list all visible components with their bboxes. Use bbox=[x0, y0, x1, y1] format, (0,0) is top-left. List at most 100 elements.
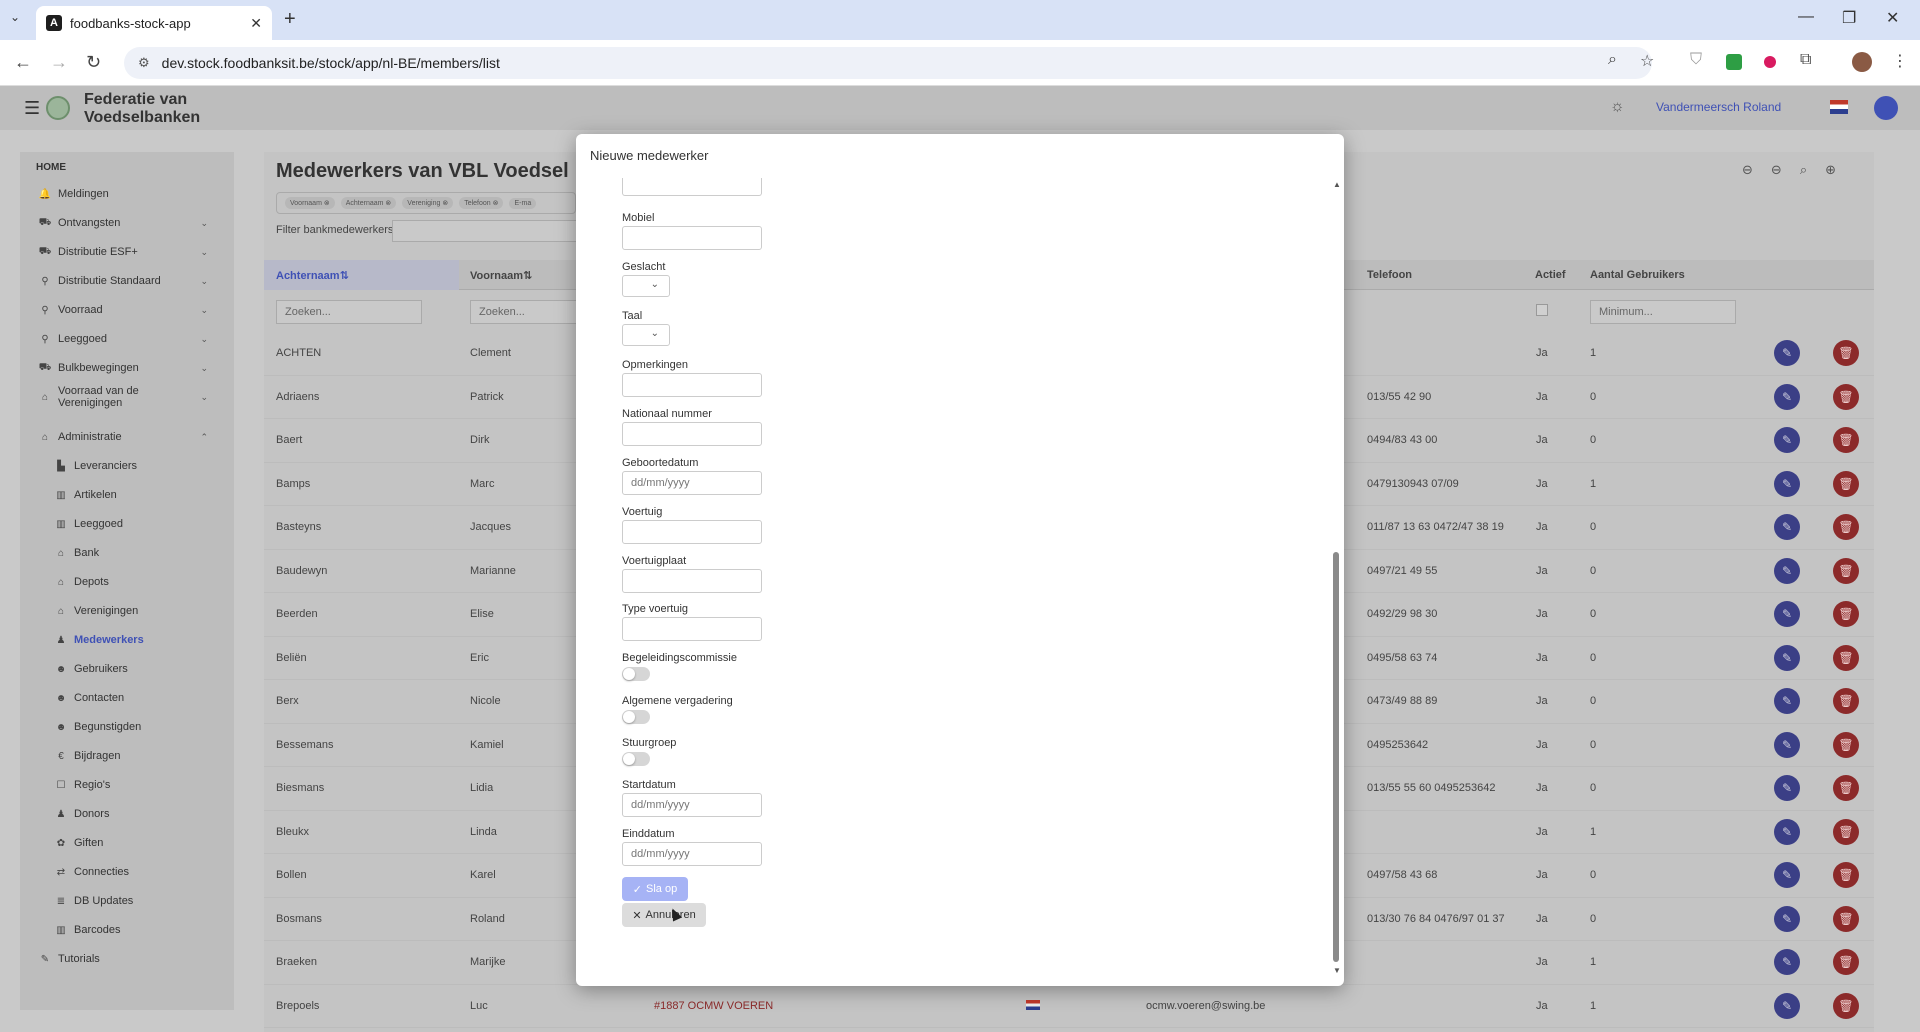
algemene-vergadering-toggle[interactable] bbox=[622, 710, 650, 724]
delete-button[interactable]: 🗑 bbox=[1833, 818, 1859, 845]
chip-telefoon[interactable]: Telefoon ⊗ bbox=[459, 197, 504, 209]
sidebar-item-begunstigden[interactable]: ☻ Begunstigden bbox=[20, 717, 234, 737]
edit-button[interactable]: ✎ bbox=[1774, 557, 1800, 584]
bookmark-star-icon[interactable]: ☆ bbox=[1640, 51, 1654, 71]
col-achternaam[interactable]: Achternaam⇅ bbox=[276, 269, 349, 282]
edit-button[interactable]: ✎ bbox=[1774, 731, 1800, 758]
close-tab-icon[interactable]: ✕ bbox=[250, 15, 262, 32]
sidebar-item-depots[interactable]: ⌂ Depots bbox=[20, 572, 234, 592]
sidebar-item-verenigingen[interactable]: ⌂ Verenigingen bbox=[20, 601, 234, 621]
sidebar-item-barcodes[interactable]: ▥ Barcodes bbox=[20, 920, 234, 940]
user-name[interactable]: Vandermeersch Roland bbox=[1656, 100, 1781, 114]
back-icon[interactable]: ← bbox=[14, 52, 32, 73]
chevron-up-icon[interactable]: ⌃ bbox=[200, 432, 208, 443]
col-telefoon[interactable]: Telefoon bbox=[1367, 269, 1412, 281]
menu-toggle-icon[interactable]: ☰ bbox=[24, 98, 40, 119]
edit-button[interactable]: ✎ bbox=[1774, 601, 1800, 627]
delete-button[interactable]: 🗑 bbox=[1833, 427, 1859, 453]
delete-button[interactable]: 🗑 bbox=[1833, 340, 1859, 366]
record-extension-icon[interactable] bbox=[1764, 56, 1776, 68]
sidebar-home[interactable]: HOME bbox=[36, 162, 66, 173]
sidebar-item-bank[interactable]: ⌂ Bank bbox=[20, 543, 234, 563]
delete-button[interactable]: 🗑 bbox=[1833, 514, 1859, 540]
sidebar-item-db-updates[interactable]: ≣ DB Updates bbox=[20, 891, 234, 911]
sidebar-item-contacten[interactable]: ☻ Contacten bbox=[20, 688, 234, 708]
startdatum-input[interactable]: dd/mm/yyyy bbox=[622, 793, 762, 817]
delete-button[interactable]: 🗑 bbox=[1833, 383, 1859, 410]
edit-button[interactable]: ✎ bbox=[1774, 992, 1800, 1019]
edit-button[interactable]: ✎ bbox=[1774, 862, 1800, 888]
sidebar-item-leveranciers[interactable]: ▙ Leveranciers bbox=[20, 456, 234, 476]
search-achternaam-input[interactable]: Zoeken... bbox=[276, 300, 422, 324]
chevron-down-icon[interactable]: ⌄ bbox=[200, 276, 208, 287]
previous-field-input[interactable] bbox=[622, 178, 762, 196]
language-flag-icon[interactable] bbox=[1830, 100, 1848, 114]
edit-button[interactable]: ✎ bbox=[1774, 818, 1800, 845]
delete-button[interactable]: 🗑 bbox=[1833, 992, 1859, 1019]
site-info-icon[interactable]: ⚙ bbox=[138, 55, 150, 71]
minimize-icon[interactable]: — bbox=[1798, 8, 1814, 26]
sidebar-item-gebruikers[interactable]: ☻ Gebruikers bbox=[20, 659, 234, 679]
forward-icon[interactable]: → bbox=[50, 52, 68, 73]
edit-button[interactable]: ✎ bbox=[1774, 383, 1800, 410]
table-row[interactable]: Brepoels Luc Ja 1 #1887 OCMW VOEREN ocmw.voer… bbox=[264, 985, 1874, 1028]
chip-vereniging[interactable]: Vereniging ⊗ bbox=[402, 197, 454, 209]
voertuigplaat-input[interactable] bbox=[622, 569, 762, 593]
browser-tab[interactable]: A foodbanks-stock-app ✕ bbox=[36, 6, 272, 40]
chevron-down-icon[interactable]: ⌄ bbox=[200, 247, 208, 258]
sidebar-item-connecties[interactable]: ⇄ Connecties bbox=[20, 862, 234, 882]
nationaal-nummer-input[interactable] bbox=[622, 422, 762, 446]
zoom-controls[interactable]: ⊖⊖⌕⊕ bbox=[1742, 162, 1854, 178]
delete-button[interactable]: 🗑 bbox=[1833, 905, 1859, 932]
filter-input[interactable] bbox=[392, 220, 582, 242]
einddatum-input[interactable]: dd/mm/yyyy bbox=[622, 842, 762, 866]
close-window-icon[interactable]: ✕ bbox=[1886, 8, 1899, 28]
tab-list-icon[interactable]: ⌄ bbox=[10, 10, 20, 24]
chevron-down-icon[interactable]: ⌄ bbox=[200, 363, 208, 374]
restore-icon[interactable]: ❐ bbox=[1842, 8, 1856, 28]
chevron-down-icon[interactable]: ⌄ bbox=[200, 305, 208, 316]
extension-icon[interactable]: ⛉ bbox=[1690, 51, 1702, 69]
sidebar-item-regio-s[interactable]: ☐ Regio's bbox=[20, 775, 234, 795]
edit-button[interactable]: ✎ bbox=[1774, 470, 1800, 497]
col-voornaam[interactable]: Voornaam⇅ bbox=[470, 269, 532, 282]
begeleidingscommissie-toggle[interactable] bbox=[622, 667, 650, 681]
save-button[interactable]: ✓ Sla op bbox=[622, 877, 688, 901]
sidebar-item-administratie[interactable]: ⌂ Administratie ⌃ bbox=[20, 427, 234, 447]
delete-button[interactable]: 🗑 bbox=[1833, 731, 1859, 758]
delete-button[interactable]: 🗑 bbox=[1833, 775, 1859, 801]
url-text[interactable]: dev.stock.foodbanksit.be/stock/app/nl-BE… bbox=[162, 55, 500, 71]
chip-voornaam[interactable]: Voornaam ⊗ bbox=[285, 197, 335, 209]
delete-button[interactable]: 🗑 bbox=[1833, 644, 1859, 671]
cell-vereniging-link[interactable]: #1887 OCMW VOEREN bbox=[654, 1000, 773, 1012]
edit-button[interactable]: ✎ bbox=[1774, 688, 1800, 714]
geboortedatum-input[interactable]: dd/mm/yyyy bbox=[622, 471, 762, 495]
col-actief[interactable]: Actief bbox=[1535, 269, 1566, 281]
sidebar-item-voorraad-van-de-verenigingen[interactable]: ⌂ Voorraad van de Verenigingen ⌄ bbox=[20, 385, 234, 409]
new-tab-icon[interactable]: + bbox=[284, 8, 296, 31]
taal-select[interactable]: ⌄ bbox=[622, 324, 670, 346]
mobiel-input[interactable] bbox=[622, 226, 762, 250]
min-users-input[interactable]: Minimum... bbox=[1590, 300, 1736, 324]
sidebar-item-ontvangsten[interactable]: ⛟ Ontvangsten ⌄ bbox=[20, 213, 234, 233]
edit-button[interactable]: ✎ bbox=[1774, 775, 1800, 801]
geslacht-select[interactable]: ⌄ bbox=[622, 275, 670, 297]
checkmark-extension-icon[interactable] bbox=[1726, 54, 1742, 70]
theme-sun-icon[interactable]: ☼ bbox=[1610, 98, 1625, 116]
address-bar[interactable]: ⚙ dev.stock.foodbanksit.be/stock/app/nl-… bbox=[124, 47, 1652, 79]
zoom-icon[interactable]: ⌕ bbox=[1608, 51, 1617, 69]
app-logo-icon[interactable] bbox=[1874, 96, 1898, 120]
sidebar-item-distributie-esf-[interactable]: ⛟ Distributie ESF+ ⌄ bbox=[20, 242, 234, 262]
dialog-scrollbar[interactable]: ▲ ▼ bbox=[1330, 178, 1342, 978]
opmerkingen-input[interactable] bbox=[622, 373, 762, 397]
chevron-down-icon[interactable]: ⌄ bbox=[200, 334, 208, 345]
col-aantal-gebruikers[interactable]: Aantal Gebruikers bbox=[1590, 269, 1685, 281]
sidebar-item-giften[interactable]: ✿ Giften bbox=[20, 833, 234, 853]
sidebar-item-medewerkers[interactable]: ♟ Medewerkers bbox=[20, 630, 234, 650]
delete-button[interactable]: 🗑 bbox=[1833, 557, 1859, 584]
stuurgroep-toggle[interactable] bbox=[622, 752, 650, 766]
chevron-down-icon[interactable]: ⌄ bbox=[200, 218, 208, 229]
sidebar-item-distributie-standaard[interactable]: ⚲ Distributie Standaard ⌄ bbox=[20, 271, 234, 291]
voertuig-input[interactable] bbox=[622, 520, 762, 544]
delete-button[interactable]: 🗑 bbox=[1833, 601, 1859, 627]
